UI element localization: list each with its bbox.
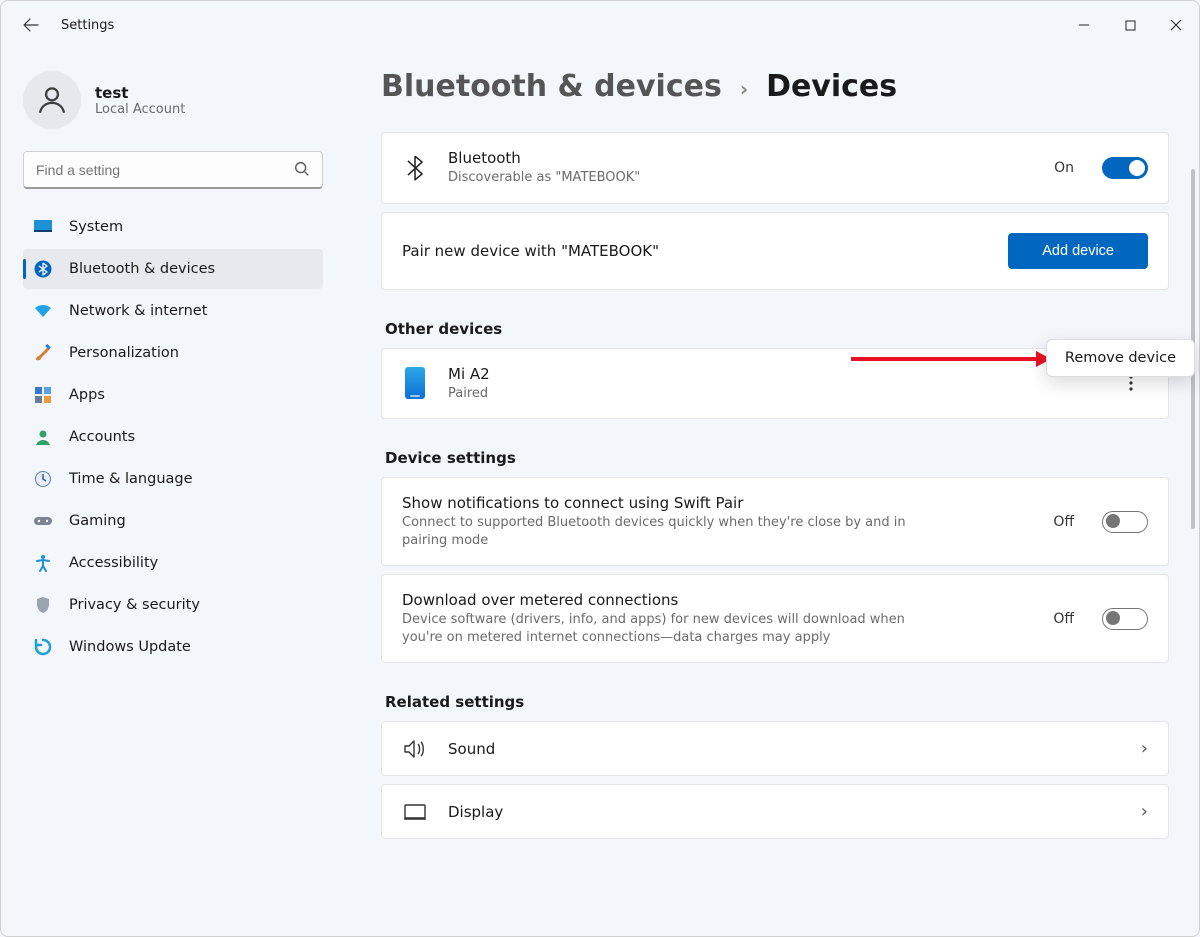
related-label: Display	[448, 803, 1121, 821]
sidebar-item-label: Apps	[69, 387, 105, 403]
sound-icon	[402, 739, 428, 759]
swift-pair-card: Show notifications to connect using Swif…	[381, 477, 1169, 566]
related-sound[interactable]: Sound ›	[381, 721, 1169, 776]
sidebar-item-label: System	[69, 219, 123, 235]
titlebar: Settings	[1, 1, 1199, 49]
pair-card: Pair new device with "MATEBOOK" Add devi…	[381, 212, 1169, 290]
bluetooth-title: Bluetooth	[448, 149, 1034, 167]
update-icon	[33, 637, 53, 657]
breadcrumb-parent[interactable]: Bluetooth & devices	[381, 69, 722, 104]
sidebar-item-label: Time & language	[69, 471, 193, 487]
search-input[interactable]	[23, 151, 323, 189]
metered-toggle[interactable]	[1102, 608, 1148, 630]
remove-device-menu-item[interactable]: Remove device	[1046, 339, 1195, 377]
gamepad-icon	[33, 511, 53, 531]
shield-icon	[33, 595, 53, 615]
person-icon	[35, 83, 69, 117]
swift-pair-title: Show notifications to connect using Swif…	[402, 494, 1033, 512]
nav: System Bluetooth & devices Network & int…	[23, 207, 323, 667]
minimize-icon	[1078, 19, 1090, 31]
phone-icon	[405, 367, 425, 399]
section-other-devices: Other devices	[385, 320, 1169, 338]
main: Bluetooth & devices › Devices Bluetooth …	[341, 49, 1199, 936]
user-block[interactable]: test Local Account	[23, 71, 323, 129]
chevron-right-icon: ›	[1141, 738, 1148, 759]
window-controls	[1061, 5, 1199, 45]
accessibility-icon	[33, 553, 53, 573]
pair-text: Pair new device with "MATEBOOK"	[402, 242, 988, 260]
sidebar-item-label: Bluetooth & devices	[69, 261, 215, 277]
wifi-icon	[33, 301, 53, 321]
section-related-settings: Related settings	[385, 693, 1169, 711]
sidebar-item-privacy[interactable]: Privacy & security	[23, 585, 323, 625]
swift-pair-state-label: Off	[1053, 514, 1074, 530]
sidebar-item-accessibility[interactable]: Accessibility	[23, 543, 323, 583]
metered-title: Download over metered connections	[402, 591, 1033, 609]
chevron-right-icon: ›	[740, 77, 748, 101]
close-button[interactable]	[1153, 5, 1199, 45]
breadcrumb: Bluetooth & devices › Devices	[381, 69, 1169, 104]
metered-state-label: Off	[1053, 611, 1074, 627]
annotation-arrow-icon	[851, 349, 1051, 369]
user-name: test	[95, 84, 185, 102]
sidebar-item-label: Privacy & security	[69, 597, 200, 613]
apps-icon	[33, 385, 53, 405]
sidebar-item-label: Accounts	[69, 429, 135, 445]
page-title: Devices	[766, 69, 897, 104]
bluetooth-glyph-icon	[402, 155, 428, 181]
sidebar: test Local Account System Bluetooth & de…	[1, 49, 341, 936]
app-title: Settings	[61, 18, 114, 33]
sidebar-item-label: Windows Update	[69, 639, 191, 655]
display-icon	[402, 803, 428, 821]
sidebar-item-label: Personalization	[69, 345, 179, 361]
related-label: Sound	[448, 740, 1121, 758]
section-device-settings: Device settings	[385, 449, 1169, 467]
bluetooth-sub: Discoverable as "MATEBOOK"	[448, 169, 988, 187]
sidebar-item-time[interactable]: Time & language	[23, 459, 323, 499]
sidebar-item-accounts[interactable]: Accounts	[23, 417, 323, 457]
back-button[interactable]	[11, 5, 51, 45]
sidebar-item-gaming[interactable]: Gaming	[23, 501, 323, 541]
paintbrush-icon	[33, 343, 53, 363]
dots-vertical-icon	[1129, 375, 1133, 391]
sidebar-item-system[interactable]: System	[23, 207, 323, 247]
sidebar-item-label: Gaming	[69, 513, 126, 529]
account-icon	[33, 427, 53, 447]
metered-sub: Device software (drivers, info, and apps…	[402, 611, 942, 646]
sidebar-item-network[interactable]: Network & internet	[23, 291, 323, 331]
maximize-icon	[1125, 20, 1136, 31]
user-sub: Local Account	[95, 102, 185, 117]
sidebar-item-apps[interactable]: Apps	[23, 375, 323, 415]
bluetooth-state-label: On	[1054, 160, 1074, 176]
search-icon	[293, 160, 311, 182]
clock-icon	[33, 469, 53, 489]
related-display[interactable]: Display ›	[381, 784, 1169, 839]
bluetooth-card: Bluetooth Discoverable as "MATEBOOK" On	[381, 132, 1169, 204]
maximize-button[interactable]	[1107, 5, 1153, 45]
minimize-button[interactable]	[1061, 5, 1107, 45]
chevron-right-icon: ›	[1141, 801, 1148, 822]
sidebar-item-bluetooth[interactable]: Bluetooth & devices	[23, 249, 323, 289]
avatar	[23, 71, 81, 129]
bluetooth-toggle[interactable]	[1102, 157, 1148, 179]
sidebar-item-label: Network & internet	[69, 303, 207, 319]
sidebar-item-update[interactable]: Windows Update	[23, 627, 323, 667]
metered-card: Download over metered connections Device…	[381, 574, 1169, 663]
system-icon	[33, 217, 53, 237]
bluetooth-icon	[33, 259, 53, 279]
swift-pair-sub: Connect to supported Bluetooth devices q…	[402, 514, 942, 549]
swift-pair-toggle[interactable]	[1102, 511, 1148, 533]
arrow-left-icon	[23, 17, 39, 33]
search-box[interactable]	[23, 151, 323, 189]
add-device-button[interactable]: Add device	[1008, 233, 1148, 269]
sidebar-item-personalization[interactable]: Personalization	[23, 333, 323, 373]
close-icon	[1170, 19, 1182, 31]
device-status: Paired	[448, 385, 988, 403]
sidebar-item-label: Accessibility	[69, 555, 158, 571]
